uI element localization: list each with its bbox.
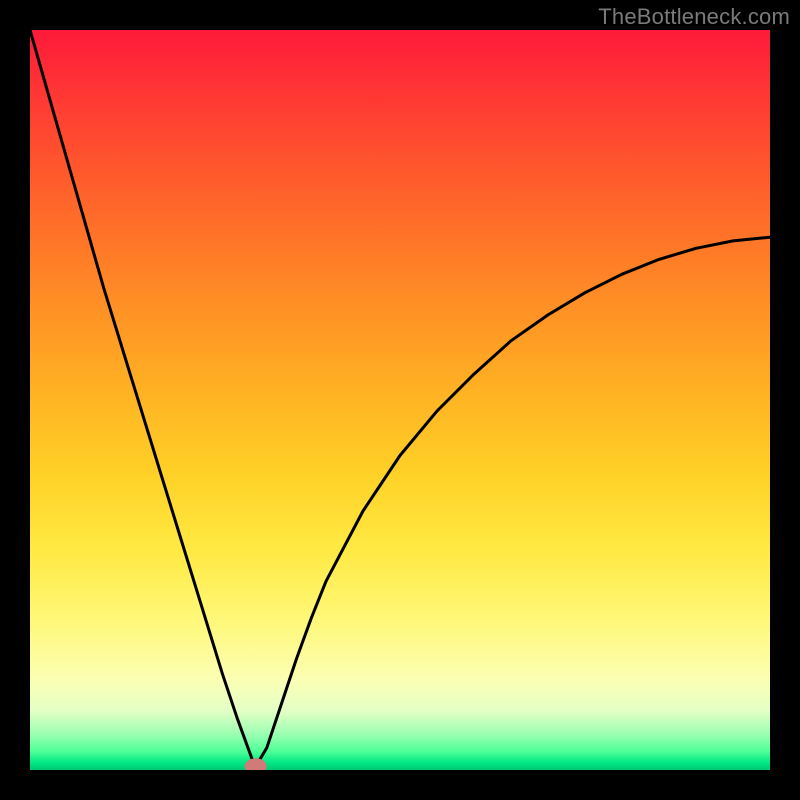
- chart-overlay: [30, 30, 770, 770]
- bottleneck-curve: [30, 30, 770, 766]
- watermark-text: TheBottleneck.com: [598, 4, 790, 30]
- minimum-marker: [245, 758, 267, 770]
- chart-frame: TheBottleneck.com: [0, 0, 800, 800]
- plot-area: [30, 30, 770, 770]
